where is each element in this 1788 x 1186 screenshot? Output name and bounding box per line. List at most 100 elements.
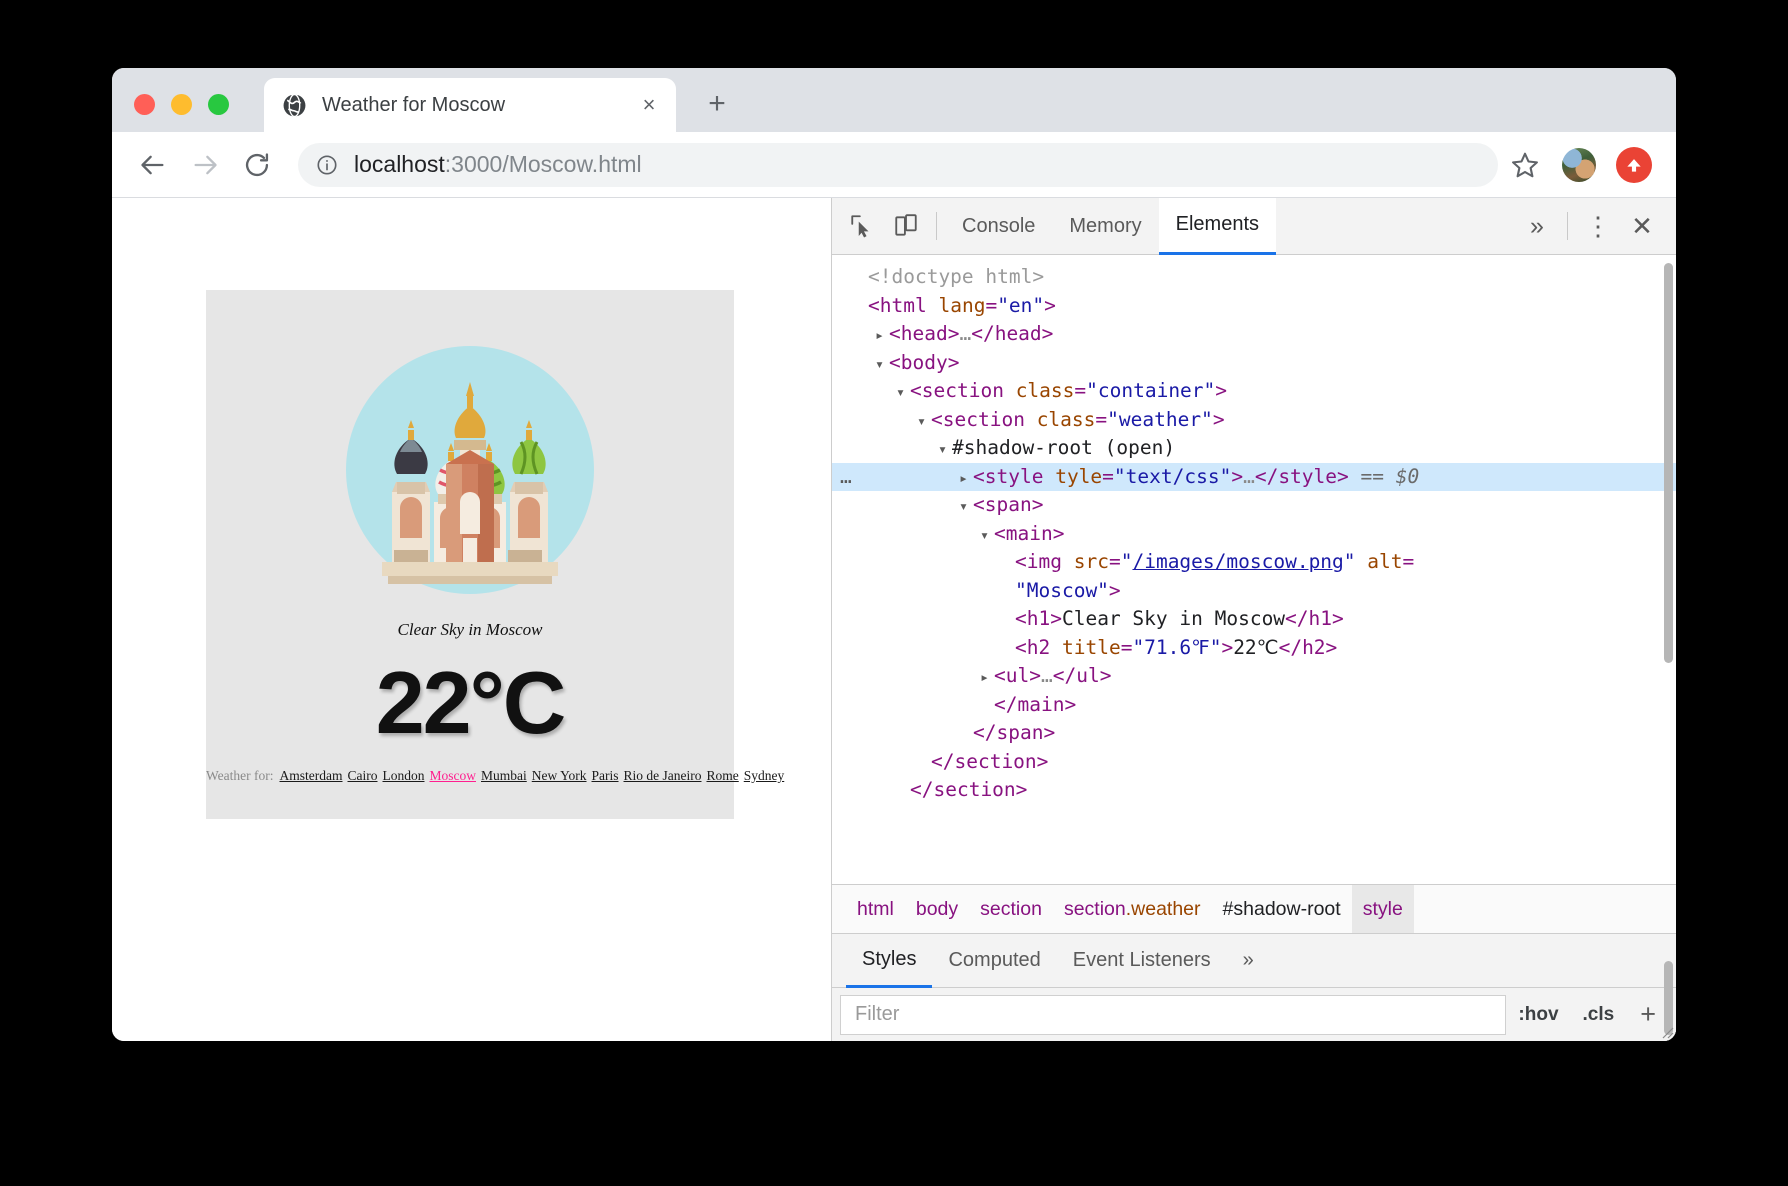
dom-node[interactable]: <h1>Clear Sky in Moscow</h1> (832, 605, 1676, 634)
dom-tree-scrollbar[interactable] (1664, 263, 1673, 663)
expand-toggle-icon[interactable]: ▾ (896, 378, 910, 407)
dom-token-punc: > (1064, 692, 1077, 716)
close-tab-button[interactable]: × (636, 92, 662, 118)
styles-tab-styles[interactable]: Styles (846, 934, 933, 988)
reload-button[interactable] (234, 142, 280, 188)
dom-token-punc: > (1337, 464, 1349, 488)
dom-tree-lines: <!doctype html> <html lang="en"> ▸ <head>…<… (832, 263, 1676, 805)
dom-node[interactable]: <html lang="en"> (832, 292, 1676, 321)
city-link-mumbai[interactable]: Mumbai (481, 768, 527, 783)
dom-node[interactable]: <h2 title="71.6℉">22℃</h2> (832, 634, 1676, 663)
dom-token-punc: > (1052, 521, 1065, 545)
dom-node[interactable]: ▾ #shadow-root (open) (832, 434, 1676, 463)
dom-tree[interactable]: <!doctype html> <html lang="en"> ▸ <head>…<… (832, 255, 1676, 884)
breadcrumb-label: body (915, 897, 959, 920)
devtools-tab-elements[interactable]: Elements (1158, 197, 1276, 255)
city-link-cairo[interactable]: Cairo (348, 768, 378, 783)
dom-node[interactable]: ▸ <head>…</head> (832, 320, 1676, 349)
styles-tab-event-listeners[interactable]: Event Listeners (1057, 934, 1227, 988)
breadcrumb-item-section[interactable]: section.weather (1053, 898, 1212, 921)
dom-token-link[interactable]: /images/moscow.png (1132, 550, 1343, 573)
minimize-window-button[interactable] (171, 94, 192, 115)
dom-node[interactable]: </section> (832, 776, 1676, 805)
dom-node[interactable]: </span> (832, 719, 1676, 748)
dom-node[interactable]: ▾ <main> (832, 520, 1676, 549)
dom-node[interactable]: ▸ <ul>…</ul> (832, 662, 1676, 691)
breadcrumb-item-html[interactable]: html (846, 898, 905, 921)
dom-node-selected[interactable]: … ▸ <style tyle="text/css">…</style> == $0 (832, 462, 1676, 493)
close-window-button[interactable] (134, 94, 155, 115)
dom-token-punc: < (973, 493, 985, 516)
expand-toggle-icon[interactable]: ▾ (980, 521, 994, 550)
city-link-rome[interactable]: Rome (707, 768, 739, 783)
forward-button[interactable] (182, 142, 228, 188)
city-link-amsterdam[interactable]: Amsterdam (280, 768, 343, 783)
dom-node[interactable]: </main> (832, 691, 1676, 720)
avatar[interactable] (1562, 147, 1596, 182)
city-link-moscow[interactable]: Moscow (430, 768, 477, 783)
browser-tab[interactable]: Weather for Moscow × (264, 78, 676, 132)
dom-node[interactable]: ▾ <section class="container"> (832, 377, 1676, 406)
update-available-icon[interactable] (1616, 146, 1652, 183)
breadcrumb-item-body[interactable]: body (905, 898, 969, 921)
dom-token-sp (1356, 550, 1368, 573)
devtools-tab-memory[interactable]: Memory (1052, 198, 1158, 255)
dom-token-tag: h1 (1308, 607, 1333, 630)
breadcrumb-item-shadow-root[interactable]: #shadow-root (1212, 898, 1352, 921)
dom-node[interactable]: ▾ <body> (832, 349, 1676, 378)
dom-node[interactable]: ▾ <span> (832, 491, 1676, 520)
new-tab-button[interactable]: + (700, 87, 734, 121)
breadcrumb-item-style[interactable]: style (1351, 885, 1414, 933)
dom-node[interactable]: <img src="/images/moscow.png" alt= (832, 548, 1676, 577)
resize-grip[interactable] (1662, 1027, 1674, 1039)
breadcrumb-label: section (1063, 897, 1126, 920)
inspect-element-icon[interactable] (840, 204, 884, 248)
hov-button[interactable]: :hov (1506, 1004, 1570, 1026)
styles-scrollbar[interactable] (1664, 961, 1673, 1035)
styles-filter-row: Filter :hov .cls + (832, 988, 1676, 1041)
city-link-sydney[interactable]: Sydney (744, 768, 785, 783)
maximize-window-button[interactable] (208, 94, 229, 115)
expand-toggle-icon[interactable]: ▾ (959, 492, 973, 521)
close-devtools-icon[interactable]: ✕ (1620, 204, 1664, 248)
styles-more-icon[interactable]: » (1227, 934, 1270, 988)
bookmark-star-icon[interactable] (1510, 150, 1540, 180)
dom-node[interactable]: "Moscow"> (832, 577, 1676, 606)
dom-node[interactable]: ▾ <section class="weather"> (832, 406, 1676, 435)
dom-token-punc: < (994, 664, 1006, 687)
breadcrumb-item-section[interactable]: section (969, 898, 1053, 921)
dom-node[interactable]: </section> (832, 748, 1676, 777)
devtools-tab-console[interactable]: Console (945, 198, 1052, 255)
node-menu-icon[interactable]: … (840, 463, 854, 492)
back-button[interactable] (130, 142, 176, 188)
styles-tab-computed[interactable]: Computed (932, 934, 1056, 988)
dom-token-punc: > (1050, 607, 1062, 630)
styles-filter-input[interactable]: Filter (840, 994, 1507, 1035)
city-link-london[interactable]: London (383, 768, 425, 783)
dom-node[interactable]: <!doctype html> (832, 263, 1676, 292)
more-tabs-icon[interactable]: » (1515, 204, 1559, 248)
dom-token-punc: </ (1254, 464, 1279, 488)
address-bar[interactable]: localhost:3000/Moscow.html (298, 142, 1498, 187)
devtools-menu-icon[interactable]: ⋮ (1576, 204, 1620, 248)
address-bar-url: localhost:3000/Moscow.html (354, 151, 642, 178)
dom-token-punc2: = (1102, 464, 1114, 488)
dom-token-punc: > (1325, 635, 1338, 659)
expand-toggle-icon[interactable]: ▾ (917, 407, 931, 436)
device-toolbar-icon[interactable] (884, 204, 928, 248)
dom-token-punc: > (1215, 379, 1228, 402)
moscow-illustration (342, 342, 598, 598)
dom-token-tag: section (921, 379, 1004, 402)
cls-button[interactable]: .cls (1571, 1004, 1627, 1026)
expand-toggle-icon[interactable]: ▸ (980, 663, 994, 692)
dom-token-ellipsis: … (1243, 464, 1255, 488)
city-link-new-york[interactable]: New York (532, 768, 587, 783)
styles-pane: Styles Computed Event Listeners » Filter :… (832, 933, 1676, 1041)
info-circle-icon[interactable] (316, 154, 338, 176)
city-link-rio-de-janeiro[interactable]: Rio de Janeiro (624, 768, 702, 783)
expand-toggle-icon[interactable]: ▸ (959, 464, 973, 493)
expand-toggle-icon[interactable]: ▸ (875, 321, 889, 350)
expand-toggle-icon[interactable]: ▾ (875, 350, 889, 379)
expand-toggle-icon[interactable]: ▾ (938, 435, 952, 464)
city-link-paris[interactable]: Paris (592, 768, 619, 783)
